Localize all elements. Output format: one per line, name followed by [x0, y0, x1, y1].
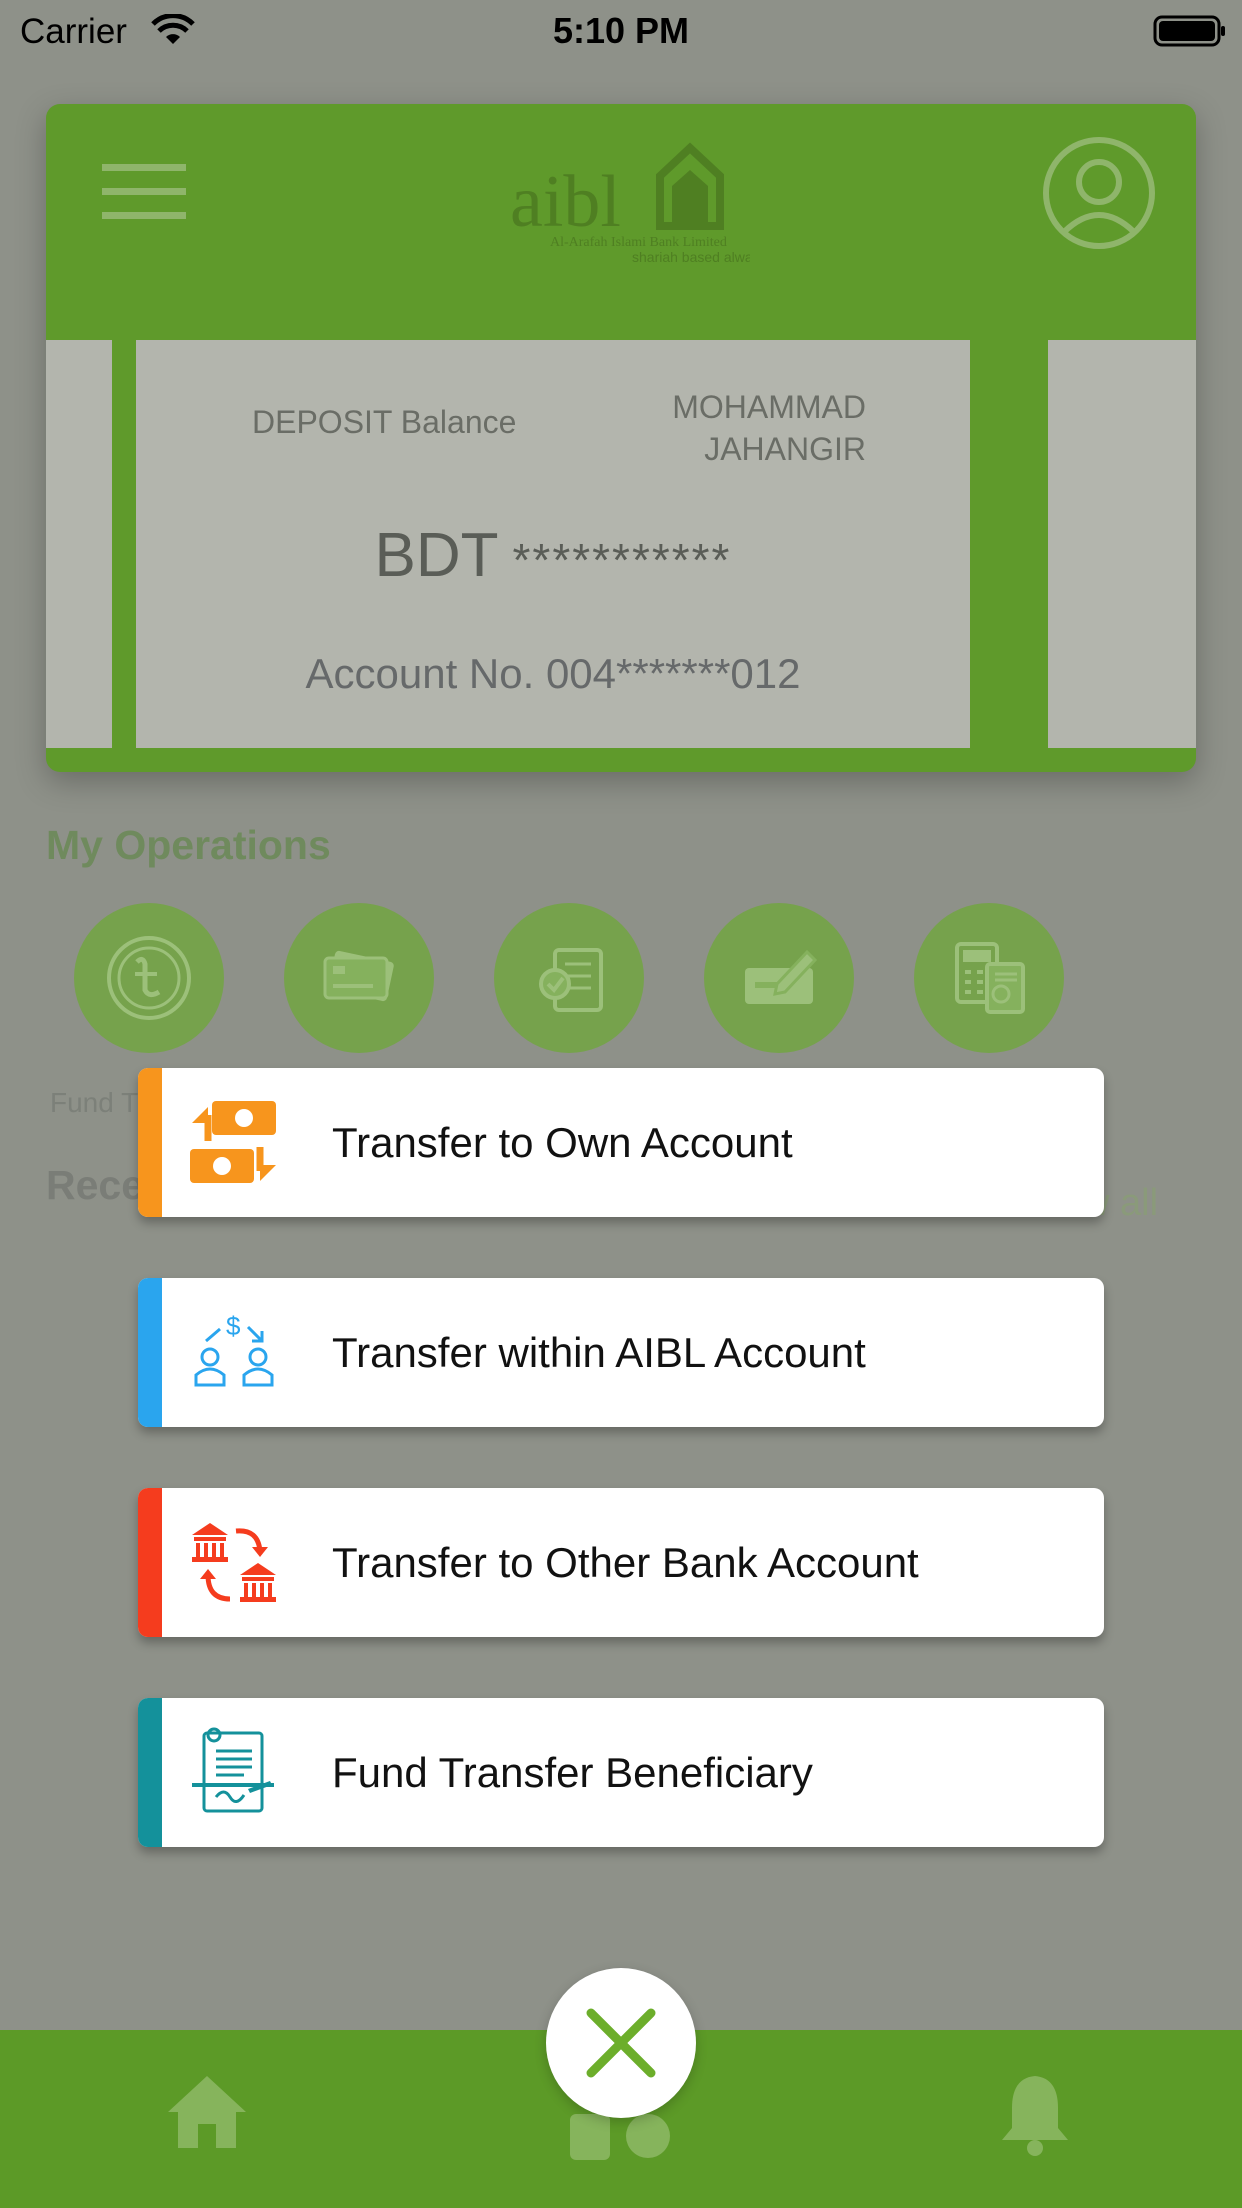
account-holder-name: MOHAMMAD JAHANGIR [672, 389, 866, 467]
wifi-icon [151, 14, 195, 44]
option-label: Transfer to Other Bank Account [332, 1538, 919, 1586]
svg-text:shariah based always: shariah based always [632, 249, 750, 265]
option-fund-transfer-beneficiary[interactable]: Fund Transfer Beneficiary [138, 1698, 1104, 1847]
option-accent-stripe [138, 1488, 162, 1637]
operation-fund-transfer[interactable] [74, 903, 224, 1053]
taka-coin-icon [107, 936, 191, 1020]
notification-bell-icon[interactable] [998, 2070, 1072, 2158]
masked-balance: *********** [512, 534, 732, 586]
cheque-pen-icon [745, 949, 818, 1004]
calculator-document-icon [955, 942, 1025, 1014]
recent-title-partial: Rece [46, 1162, 138, 1208]
home-icon[interactable] [164, 2072, 250, 2152]
beneficiary-document-icon [192, 1727, 274, 1812]
people-transfer-icon: $ [194, 1311, 274, 1386]
operation-cheque[interactable] [704, 903, 854, 1053]
money-exchange-icon [190, 1100, 276, 1183]
account-card[interactable]: DEPOSIT Balance MOHAMMAD JAHANGIR BDT ***… [136, 340, 970, 748]
bank-exchange-icon [192, 1522, 276, 1602]
bill-check-icon [539, 948, 603, 1012]
operation-calculator[interactable] [914, 903, 1064, 1053]
option-accent-stripe [138, 1698, 162, 1847]
balance-value[interactable]: BDT *********** [136, 520, 970, 591]
account-header-card: aibl Al-Arafah Islami Bank Limited shari… [46, 104, 1196, 772]
aibl-logo: aibl Al-Arafah Islami Bank Limited shari… [510, 126, 767, 266]
hamburger-menu-icon[interactable] [102, 162, 186, 222]
option-label: Transfer within AIBL Account [332, 1328, 866, 1376]
option-label: Transfer to Own Account [332, 1118, 793, 1166]
option-transfer-other-bank[interactable]: Transfer to Other Bank Account [138, 1488, 1104, 1637]
operation-card[interactable] [284, 903, 434, 1053]
option-transfer-within-aibl[interactable]: $ Transfer within AIBL Account [138, 1278, 1104, 1427]
svg-text:$: $ [226, 1311, 241, 1341]
option-accent-stripe [138, 1068, 162, 1217]
option-label: Fund Transfer Beneficiary [332, 1748, 813, 1796]
option-transfer-own-account[interactable]: Transfer to Own Account [138, 1068, 1104, 1217]
operation-label-partial: Fund T [50, 1087, 139, 1118]
close-icon [586, 2008, 656, 2078]
operation-bill-pay[interactable] [494, 903, 644, 1053]
option-accent-stripe [138, 1278, 162, 1427]
account-card-prev[interactable] [46, 340, 112, 748]
account-number: Account No. 004*******012 [305, 650, 801, 697]
my-operations-title: My Operations [46, 822, 331, 868]
credit-card-icon [323, 950, 394, 1002]
account-card-next[interactable] [1048, 340, 1196, 748]
svg-text:Al-Arafah Islami Bank Limited: Al-Arafah Islami Bank Limited [550, 235, 727, 250]
profile-avatar-icon[interactable] [1042, 136, 1156, 250]
balance-type-label: DEPOSIT Balance [252, 404, 517, 440]
currency-label: BDT [374, 521, 499, 590]
battery-icon [1153, 15, 1225, 47]
svg-text:aibl: aibl [510, 161, 621, 243]
close-button[interactable] [546, 1968, 696, 2118]
status-carrier: Carrier [20, 12, 127, 51]
